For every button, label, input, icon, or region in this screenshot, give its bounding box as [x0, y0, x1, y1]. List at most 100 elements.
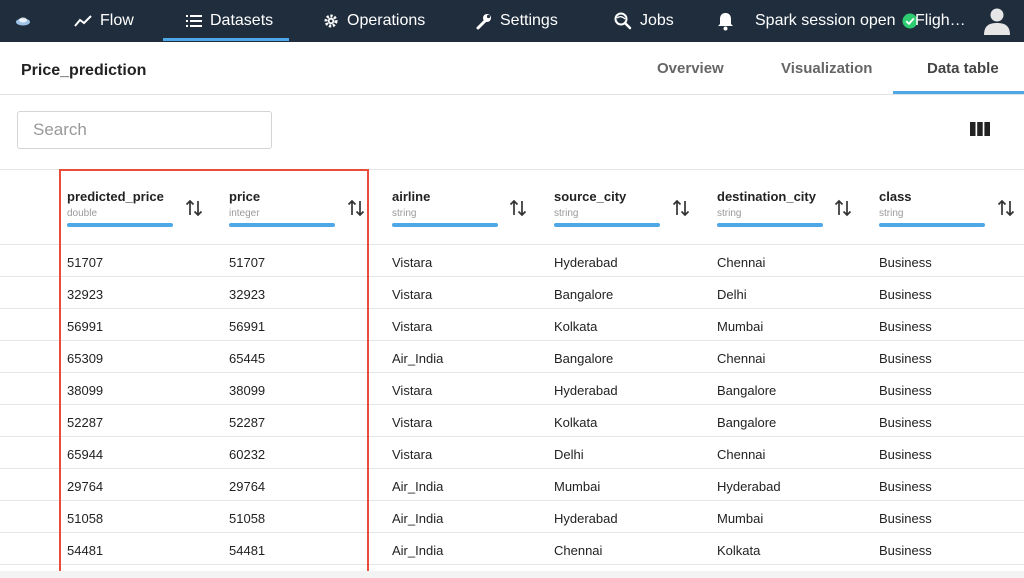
column-quality-bar	[554, 223, 660, 227]
column-type: string	[554, 208, 579, 219]
table-cell: Business	[879, 287, 932, 302]
wrench-icon	[476, 13, 491, 29]
table-cell: 51058	[229, 511, 266, 526]
nav-settings[interactable]: Settings	[475, 0, 558, 42]
sort-icon[interactable]	[671, 198, 691, 218]
table-cell: 60232	[229, 447, 266, 462]
table-cell: Chennai	[717, 351, 766, 366]
session-status-label: Spark session open	[755, 12, 896, 29]
table-cell: 51058	[67, 511, 104, 526]
table-cell: Vistara	[392, 287, 433, 302]
nav-datasets-label: Datasets	[210, 12, 274, 29]
user-icon	[984, 8, 1010, 35]
nav-jobs-label: Jobs	[640, 12, 674, 29]
table-cell: 52287	[67, 415, 104, 430]
gear-icon	[324, 14, 338, 28]
nav-flow-label: Flow	[100, 12, 134, 29]
table-cell: 54481	[67, 543, 104, 558]
table-row[interactable]: 29764 29764 Air_India Mumbai Hyderabad Busine…	[0, 469, 1024, 501]
table-header: predicted_price double price integer air…	[0, 169, 1024, 245]
list-icon	[186, 15, 202, 27]
table-row[interactable]: 51058 51058 Air_India Hyderabad Mumbai Busine…	[0, 501, 1024, 533]
sort-icon[interactable]	[996, 198, 1016, 218]
column-name: price	[229, 189, 261, 204]
table-cell: 65944	[67, 447, 104, 462]
nav-active-indicator	[163, 38, 289, 41]
logo-icon	[16, 17, 30, 26]
table-cell: Kolkata	[554, 415, 598, 430]
tab-visualization[interactable]: Visualization	[781, 60, 872, 77]
notifications-button[interactable]	[716, 0, 743, 42]
table-row[interactable]: 52287 52287 Vistara Kolkata Bangalore Busines…	[0, 405, 1024, 437]
column-name: class	[879, 189, 912, 204]
table-cell: 51707	[67, 255, 104, 270]
table-cell: 32923	[229, 287, 266, 302]
table-cell: Air_India	[392, 479, 444, 494]
tab-overview[interactable]: Overview	[657, 60, 724, 77]
table-cell: Hyderabad	[717, 479, 781, 494]
table-row[interactable]: 54481 54481 Air_India Chennai Kolkata Busines…	[0, 533, 1024, 565]
table-cell: Business	[879, 479, 932, 494]
sort-icon[interactable]	[184, 198, 204, 218]
table-cell: Vistara	[392, 255, 433, 270]
column-quality-bar	[229, 223, 335, 227]
table-cell: Delhi	[554, 447, 584, 462]
table-cell: 65309	[67, 351, 104, 366]
project-selector[interactable]: Fligh…	[915, 0, 966, 42]
sort-icon[interactable]	[833, 198, 853, 218]
page-title: Price_prediction	[21, 62, 147, 79]
nav-jobs[interactable]: Jobs	[614, 0, 674, 42]
table-cell: 38099	[229, 383, 266, 398]
table-cell: Chennai	[717, 447, 766, 462]
table-cell: Chennai	[717, 255, 766, 270]
column-name: predicted_price	[67, 189, 164, 204]
column-name: destination_city	[717, 189, 816, 204]
table-row[interactable]: 65944 60232 Vistara Delhi Chennai Business	[0, 437, 1024, 469]
table-row[interactable]: 38099 38099 Vistara Hyderabad Bangalore Busin…	[0, 373, 1024, 405]
trend-icon	[74, 15, 92, 27]
column-type: string	[717, 208, 742, 219]
table-cell: Hyderabad	[554, 255, 618, 270]
project-name: Fligh…	[915, 12, 966, 29]
tab-data-table[interactable]: Data table	[927, 60, 999, 77]
table-row[interactable]: 51707 51707 Vistara Hyderabad Chennai Busines…	[0, 245, 1024, 277]
nav-operations[interactable]: Operations	[323, 0, 425, 42]
table-row[interactable]: 32923 32923 Vistara Bangalore Delhi Business	[0, 277, 1024, 309]
table-cell: Vistara	[392, 383, 433, 398]
table-cell: Business	[879, 543, 932, 558]
table-cell: Bangalore	[554, 351, 614, 366]
table-cell: Mumbai	[717, 511, 764, 526]
column-quality-bar	[392, 223, 498, 227]
search-input[interactable]	[17, 111, 272, 149]
user-avatar[interactable]	[984, 0, 1018, 42]
table-row[interactable]: 65309 65445 Air_India Bangalore Chennai Busin…	[0, 341, 1024, 373]
table-cell: Vistara	[392, 415, 433, 430]
columns-icon[interactable]	[970, 122, 990, 136]
tab-active-indicator	[893, 91, 1024, 94]
sort-icon[interactable]	[346, 198, 366, 218]
table-cell: 51707	[229, 255, 266, 270]
horizontal-scrollbar[interactable]	[0, 571, 1024, 578]
table-cell: Air_India	[392, 351, 444, 366]
table-cell: 56991	[229, 319, 266, 334]
column-quality-bar	[67, 223, 173, 227]
table-cell: Bangalore	[717, 415, 777, 430]
table-cell: Business	[879, 511, 932, 526]
session-status[interactable]: Spark session open	[755, 0, 918, 42]
column-name: airline	[392, 189, 431, 204]
nav-flow[interactable]: Flow	[74, 0, 134, 42]
table-cell: 32923	[67, 287, 104, 302]
table-cell: Business	[879, 351, 932, 366]
column-name: source_city	[554, 189, 627, 204]
column-type: double	[67, 208, 98, 219]
column-type: string	[392, 208, 417, 219]
column-type: integer	[229, 208, 260, 219]
table-cell: Chennai	[554, 543, 603, 558]
table-row[interactable]: 56991 56991 Vistara Kolkata Mumbai Business	[0, 309, 1024, 341]
search-globe-icon	[614, 12, 632, 30]
nav-datasets[interactable]: Datasets	[186, 0, 273, 42]
table-cell: Bangalore	[717, 383, 777, 398]
table-cell: 29764	[67, 479, 104, 494]
app-logo[interactable]	[14, 0, 40, 42]
sort-icon[interactable]	[508, 198, 528, 218]
